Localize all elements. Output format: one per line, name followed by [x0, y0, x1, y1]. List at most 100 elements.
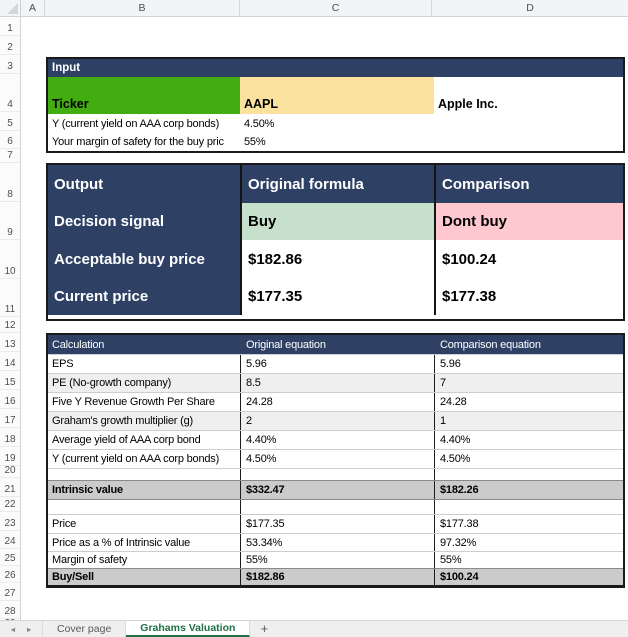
- cell-label[interactable]: [48, 500, 240, 514]
- original-equation-header-cell[interactable]: Original equation: [240, 335, 434, 354]
- cell-original[interactable]: $182.86: [240, 569, 434, 585]
- original-formula-header-cell[interactable]: Original formula: [240, 165, 434, 203]
- cell-comparison[interactable]: 7: [434, 374, 623, 392]
- column-header-a[interactable]: A: [21, 0, 45, 16]
- column-header-b[interactable]: B: [45, 0, 240, 16]
- cell-original[interactable]: 55%: [240, 552, 434, 568]
- row-header-3[interactable]: 3: [0, 55, 20, 74]
- column-header-d[interactable]: D: [432, 0, 628, 16]
- cell-label[interactable]: Price: [48, 515, 240, 533]
- cell-label[interactable]: Price as a % of Intrinsic value: [48, 534, 240, 551]
- cell-comparison[interactable]: 55%: [434, 552, 623, 568]
- ticker-label-cell[interactable]: Ticker: [48, 77, 240, 114]
- cell-original[interactable]: 5.96: [240, 355, 434, 373]
- row-header-2[interactable]: 2: [0, 36, 20, 55]
- row-header-27[interactable]: 27: [0, 583, 20, 601]
- cell-label[interactable]: PE (No-growth company): [48, 374, 240, 392]
- prev-sheet-icon[interactable]: ◄: [9, 625, 16, 634]
- cell-original[interactable]: $177.35: [240, 278, 434, 315]
- output-title-cell[interactable]: Output: [48, 165, 240, 203]
- row-header-13[interactable]: 13: [0, 333, 20, 352]
- next-sheet-icon[interactable]: ►: [26, 625, 33, 634]
- cell-original[interactable]: 53.34%: [240, 534, 434, 551]
- cell-comparison[interactable]: 24.28: [434, 393, 623, 411]
- decision-original-cell[interactable]: Buy: [240, 203, 434, 240]
- cell-label[interactable]: Decision signal: [48, 203, 240, 240]
- cell-label[interactable]: Margin of safety: [48, 552, 240, 568]
- cell-original[interactable]: [240, 500, 434, 514]
- cell-original[interactable]: $332.47: [240, 481, 434, 499]
- row-header-14[interactable]: 14: [0, 352, 20, 371]
- row-header-18[interactable]: 18: [0, 428, 20, 447]
- cell-comparison[interactable]: [434, 469, 623, 480]
- comparison-equation-header-cell[interactable]: Comparison equation: [434, 335, 623, 354]
- row-header-26[interactable]: 26: [0, 566, 20, 583]
- select-all-corner[interactable]: [0, 0, 21, 17]
- tab-grahams-valuation[interactable]: Grahams Valuation: [126, 621, 250, 637]
- cell-label[interactable]: Average yield of AAA corp bond: [48, 431, 240, 449]
- cell-value[interactable]: 4.50%: [240, 118, 623, 130]
- cell-comparison[interactable]: 4.40%: [434, 431, 623, 449]
- cell-label[interactable]: Intrinsic value: [48, 481, 240, 499]
- decision-comparison-cell[interactable]: Dont buy: [434, 203, 623, 240]
- row-header-5[interactable]: 5: [0, 112, 20, 131]
- row-header-6[interactable]: 6: [0, 131, 20, 149]
- row-header-1[interactable]: 1: [0, 17, 20, 36]
- cell-original[interactable]: [240, 469, 434, 480]
- cell-label[interactable]: Current price: [48, 278, 240, 315]
- cell-value[interactable]: 55%: [240, 136, 623, 148]
- cell-comparison[interactable]: $182.26: [434, 481, 623, 499]
- cell-comparison[interactable]: 97.32%: [434, 534, 623, 551]
- row-header-4[interactable]: 4: [0, 74, 20, 112]
- row-header-12[interactable]: 12: [0, 317, 20, 333]
- cell-comparison[interactable]: $100.24: [434, 240, 623, 278]
- cell-label[interactable]: Graham's growth multiplier (g): [48, 412, 240, 430]
- cell-original[interactable]: 24.28: [240, 393, 434, 411]
- cell-original[interactable]: $177.35: [240, 515, 434, 533]
- cell-label[interactable]: [48, 469, 240, 480]
- cell-label[interactable]: Y (current yield on AAA corp bonds): [48, 118, 240, 130]
- cell-label[interactable]: Your margin of safety for the buy pric: [48, 136, 240, 148]
- calc-title-cell[interactable]: Calculation: [48, 335, 240, 354]
- row-header-24[interactable]: 24: [0, 531, 20, 549]
- cell-label[interactable]: Acceptable buy price: [48, 240, 240, 278]
- row-header-22[interactable]: 22: [0, 497, 20, 512]
- cell-label[interactable]: EPS: [48, 355, 240, 373]
- cell-original[interactable]: 2: [240, 412, 434, 430]
- tab-cover-page[interactable]: Cover page: [42, 621, 126, 637]
- row-header-16[interactable]: 16: [0, 390, 20, 409]
- cell-label[interactable]: Y (current yield on AAA corp bonds): [48, 450, 240, 468]
- cell-original[interactable]: 4.40%: [240, 431, 434, 449]
- row-header-25[interactable]: 25: [0, 549, 20, 566]
- comparison-header-cell[interactable]: Comparison: [434, 165, 623, 203]
- row-header-11[interactable]: 11: [0, 279, 20, 317]
- row-header-23[interactable]: 23: [0, 512, 20, 531]
- row-header-28[interactable]: 28: [0, 601, 20, 619]
- cell-comparison[interactable]: [434, 500, 623, 514]
- company-name-cell[interactable]: Apple Inc.: [434, 77, 623, 114]
- cell-original[interactable]: $182.86: [240, 240, 434, 278]
- row-header-10[interactable]: 10: [0, 240, 20, 279]
- row-header-15[interactable]: 15: [0, 371, 20, 390]
- cell-original[interactable]: 4.50%: [240, 450, 434, 468]
- cell-original[interactable]: 8.5: [240, 374, 434, 392]
- row-header-8[interactable]: 8: [0, 163, 20, 202]
- cell-comparison[interactable]: 1: [434, 412, 623, 430]
- row-header-21[interactable]: 21: [0, 478, 20, 497]
- row-header-7[interactable]: 7: [0, 149, 20, 163]
- cell-comparison[interactable]: $177.38: [434, 278, 623, 315]
- cell-comparison[interactable]: $177.38: [434, 515, 623, 533]
- row-header-20[interactable]: 20: [0, 466, 20, 478]
- ticker-value-cell[interactable]: AAPL: [240, 77, 434, 114]
- row-header-9[interactable]: 9: [0, 202, 20, 240]
- row-header-19[interactable]: 19: [0, 447, 20, 466]
- add-sheet-button[interactable]: +: [250, 621, 278, 637]
- cell-label[interactable]: Buy/Sell: [48, 569, 240, 585]
- row-header-17[interactable]: 17: [0, 409, 20, 428]
- cell-label[interactable]: Five Y Revenue Growth Per Share: [48, 393, 240, 411]
- cell-comparison[interactable]: 4.50%: [434, 450, 623, 468]
- input-section-title[interactable]: Input: [48, 59, 623, 77]
- column-header-c[interactable]: C: [240, 0, 432, 16]
- cell-comparison[interactable]: 5.96: [434, 355, 623, 373]
- cell-comparison[interactable]: $100.24: [434, 569, 623, 585]
